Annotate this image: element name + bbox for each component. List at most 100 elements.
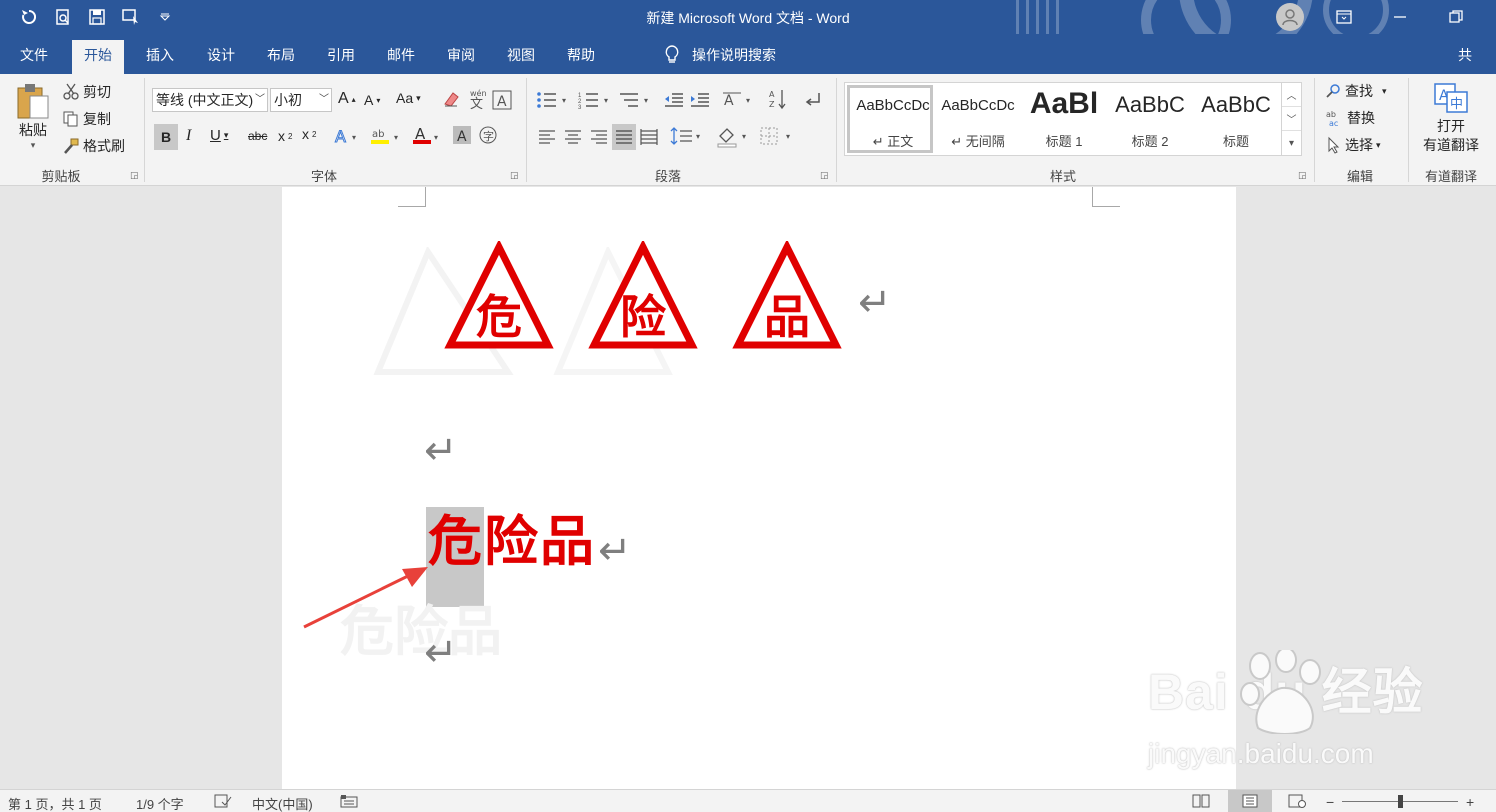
superscript-icon[interactable]: x2 bbox=[302, 126, 316, 142]
ribbon-display-options-icon[interactable] bbox=[1326, 4, 1362, 30]
bold-icon[interactable]: B bbox=[154, 124, 178, 150]
font-size-select[interactable]: 小初 ﹀ bbox=[270, 88, 332, 112]
chinese-layout-icon[interactable]: A ▾ bbox=[722, 90, 756, 110]
increase-indent-icon[interactable] bbox=[690, 90, 710, 110]
font-family-value: 等线 (中文正文) bbox=[156, 92, 254, 108]
styles-launcher-icon[interactable]: ◲ bbox=[1298, 170, 1307, 181]
web-layout-icon[interactable] bbox=[1288, 794, 1306, 811]
paragraph-launcher-icon[interactable]: ◲ bbox=[820, 170, 829, 181]
style-title[interactable]: AaBbC 标题 bbox=[1193, 85, 1279, 153]
minimize-icon[interactable] bbox=[1382, 4, 1418, 30]
svg-text:▾: ▾ bbox=[746, 96, 750, 105]
page-count[interactable]: 第 1 页，共 1 页 bbox=[8, 794, 102, 812]
decrease-indent-icon[interactable] bbox=[664, 90, 684, 110]
character-border-icon[interactable]: A bbox=[492, 90, 512, 110]
clear-formatting-icon[interactable] bbox=[442, 90, 460, 108]
ribbon-tabs: 文件 开始 插入 设计 布局 引用 邮件 审阅 视图 帮助 操作说明搜索 共 bbox=[0, 34, 1496, 74]
copy-button[interactable]: 复制 bbox=[62, 109, 111, 129]
style-label: 标题 1 bbox=[1045, 134, 1083, 149]
highlight-color-icon[interactable]: ab ▾ bbox=[370, 124, 402, 146]
subscript-icon[interactable]: x2 bbox=[278, 128, 292, 144]
shading-icon[interactable]: ▾ bbox=[716, 126, 750, 148]
find-button[interactable]: 查找 ▾ bbox=[1326, 81, 1387, 101]
show-formatting-marks-icon[interactable] bbox=[802, 90, 822, 110]
restore-icon[interactable] bbox=[1438, 4, 1474, 30]
distributed-icon[interactable] bbox=[640, 128, 658, 146]
change-case-button[interactable]: Aa ▾ bbox=[396, 90, 421, 106]
text-effects-icon[interactable]: A ▾ bbox=[334, 126, 362, 147]
font-family-select[interactable]: 等线 (中文正文) ﹀ bbox=[152, 88, 268, 112]
hazard-triangle-3[interactable]: 品 bbox=[732, 241, 842, 353]
multilevel-list-icon[interactable]: ▾ bbox=[618, 90, 652, 110]
hazard-text-line[interactable]: 危险品 bbox=[428, 512, 596, 572]
svg-text:ac: ac bbox=[1329, 119, 1338, 127]
font-launcher-icon[interactable]: ◲ bbox=[510, 170, 519, 181]
chevron-up-icon[interactable]: ︿ bbox=[1282, 83, 1301, 107]
style-normal[interactable]: AaBbCcDc ↵ 正文 bbox=[847, 85, 933, 153]
tab-view[interactable]: 视图 bbox=[495, 40, 547, 74]
character-shading-icon[interactable]: A bbox=[452, 125, 472, 145]
tab-mailings[interactable]: 邮件 bbox=[375, 40, 427, 74]
replace-button[interactable]: ab ac 替换 bbox=[1326, 108, 1375, 128]
font-color-icon[interactable]: A ▾ bbox=[412, 124, 442, 146]
paste-button[interactable]: 粘贴 ▾ bbox=[16, 82, 50, 151]
grow-font-icon[interactable]: A ▴ bbox=[338, 90, 356, 108]
numbering-icon[interactable]: 1 2 3 ▾ bbox=[578, 90, 612, 110]
shrink-font-icon[interactable]: A ▾ bbox=[364, 92, 380, 108]
justify-icon[interactable] bbox=[612, 124, 636, 150]
tab-home[interactable]: 开始 bbox=[72, 40, 124, 74]
tab-layout[interactable]: 布局 bbox=[255, 40, 307, 74]
word-count[interactable]: 1/9 个字 bbox=[136, 794, 184, 812]
triangle-char: 危 bbox=[476, 290, 522, 344]
paste-dropdown-icon[interactable]: ▾ bbox=[31, 140, 36, 151]
tab-review[interactable]: 审阅 bbox=[435, 40, 487, 74]
strikethrough-icon[interactable]: abc bbox=[248, 129, 267, 143]
chevron-down-icon[interactable]: ﹀ bbox=[1282, 107, 1301, 131]
read-mode-icon[interactable] bbox=[1192, 794, 1210, 811]
tab-design[interactable]: 设计 bbox=[195, 40, 247, 74]
more-styles-icon[interactable]: ▾ bbox=[1282, 131, 1301, 155]
style-heading-2[interactable]: AaBbC 标题 2 bbox=[1107, 85, 1193, 153]
svg-text:文: 文 bbox=[470, 97, 483, 110]
open-youdao-button[interactable]: A中 打开 有道翻译 bbox=[1418, 82, 1484, 155]
cut-button[interactable]: 剪切 bbox=[62, 82, 111, 102]
remaining-text[interactable]: 险品 bbox=[484, 510, 596, 573]
zoom-out-button[interactable]: − bbox=[1326, 794, 1334, 810]
tab-insert[interactable]: 插入 bbox=[134, 40, 186, 74]
tell-me-search[interactable]: 操作说明搜索 bbox=[664, 45, 776, 65]
phonetic-guide-icon[interactable]: wén 文 bbox=[468, 88, 486, 110]
sort-icon[interactable]: AZ bbox=[768, 88, 788, 110]
align-center-icon[interactable] bbox=[564, 128, 582, 146]
align-left-icon[interactable] bbox=[538, 128, 556, 146]
underline-icon[interactable]: U ▾ bbox=[210, 127, 228, 144]
style-heading-1[interactable]: AaBl 标题 1 bbox=[1021, 85, 1107, 153]
tab-file[interactable]: 文件 bbox=[8, 40, 60, 74]
margin-marker bbox=[398, 187, 426, 207]
line-spacing-icon[interactable]: ▾ bbox=[670, 126, 704, 146]
borders-icon[interactable]: ▾ bbox=[760, 126, 794, 146]
print-layout-icon[interactable] bbox=[1228, 790, 1272, 812]
zoom-in-button[interactable]: + bbox=[1466, 794, 1474, 810]
style-preview: AaBbC bbox=[1115, 92, 1185, 117]
align-right-icon[interactable] bbox=[590, 128, 608, 146]
clipboard-launcher-icon[interactable]: ◲ bbox=[130, 170, 139, 181]
bullets-icon[interactable]: ▾ bbox=[536, 90, 570, 110]
share-button[interactable]: 共 bbox=[1458, 45, 1472, 65]
hazard-triangle-1[interactable]: 危 bbox=[444, 241, 554, 353]
tab-help[interactable]: 帮助 bbox=[555, 40, 607, 74]
select-button[interactable]: 选择 ▾ bbox=[1326, 135, 1381, 155]
style-no-spacing[interactable]: AaBbCcDc ↵ 无间隔 bbox=[935, 85, 1021, 153]
tab-references[interactable]: 引用 bbox=[315, 40, 367, 74]
macro-icon[interactable] bbox=[340, 794, 358, 811]
italic-icon[interactable]: I bbox=[186, 127, 191, 145]
hazard-triangle-2[interactable]: 险 bbox=[588, 241, 698, 353]
proofing-icon[interactable] bbox=[214, 794, 232, 811]
enclose-characters-icon[interactable]: 字 bbox=[478, 125, 498, 145]
svg-text:字: 字 bbox=[483, 129, 494, 143]
format-painter-button[interactable]: 格式刷 bbox=[62, 136, 125, 156]
language-indicator[interactable]: 中文(中国) bbox=[252, 794, 313, 812]
format-painter-label: 格式刷 bbox=[83, 138, 125, 154]
style-label: ↵ 无间隔 bbox=[951, 134, 1005, 149]
zoom-slider-thumb[interactable] bbox=[1398, 795, 1403, 808]
avatar[interactable] bbox=[1276, 3, 1304, 31]
